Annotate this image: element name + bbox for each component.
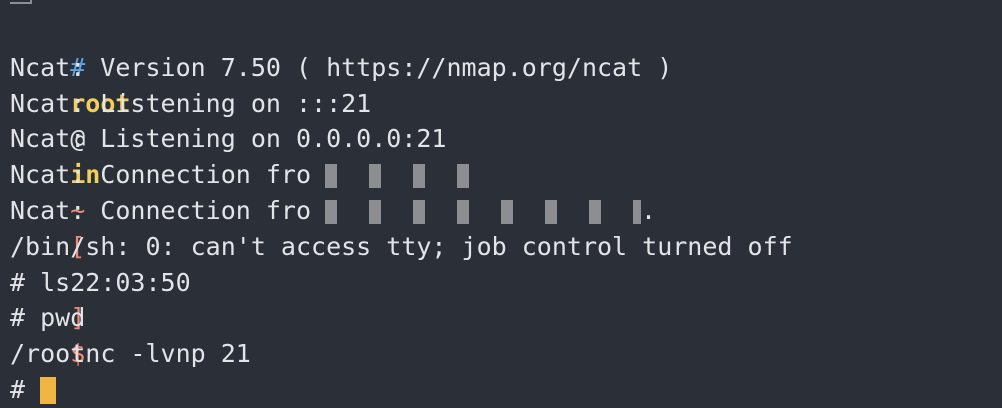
- final-prompt: #: [10, 374, 41, 404]
- listen-ipv4-partially-obscured: 0.0.0:21: [326, 124, 447, 154]
- output-connection-1: Ncat: Connection fro: [10, 157, 1002, 193]
- listen-ipv4-prefix: Ncat: Listening on 0.: [10, 124, 327, 154]
- output-listen-ipv4: Ncat: Listening on 0.0.0.0:21: [10, 121, 1002, 157]
- connection-2-suffix: .: [641, 195, 657, 225]
- redacted-ip-1: [311, 164, 472, 189]
- terminal-window[interactable]: # root @ in ~ [ 22:03:50 ] $nc -lvnp 21 …: [0, 0, 1002, 405]
- final-prompt-line[interactable]: #: [10, 372, 1002, 408]
- text-cursor[interactable]: [40, 377, 57, 405]
- redacted-ip-2: [311, 199, 642, 224]
- output-listen-ipv6: Ncat: Listening on :::21: [10, 88, 372, 118]
- prompt-line: # root @ in ~ [ 22:03:50 ] $nc -lvnp 21: [10, 14, 1002, 368]
- prompt-command: nc -lvnp 21: [85, 339, 251, 369]
- output-connection-2: Ncat: Connection fro.: [10, 193, 1002, 229]
- connection-2-prefix: Ncat: Connection fro: [10, 195, 312, 225]
- scroll-remnant: [10, 0, 32, 4]
- connection-1-prefix: Ncat: Connection fro: [10, 160, 312, 190]
- output-shell-warning: /bin/sh: 0: can't access tty; job contro…: [10, 231, 793, 261]
- output-version: Ncat: Version 7.50 ( https://nmap.org/nc…: [10, 52, 673, 82]
- command-pwd: # pwd: [10, 303, 86, 333]
- prompt-time: 22:03:50: [70, 267, 191, 297]
